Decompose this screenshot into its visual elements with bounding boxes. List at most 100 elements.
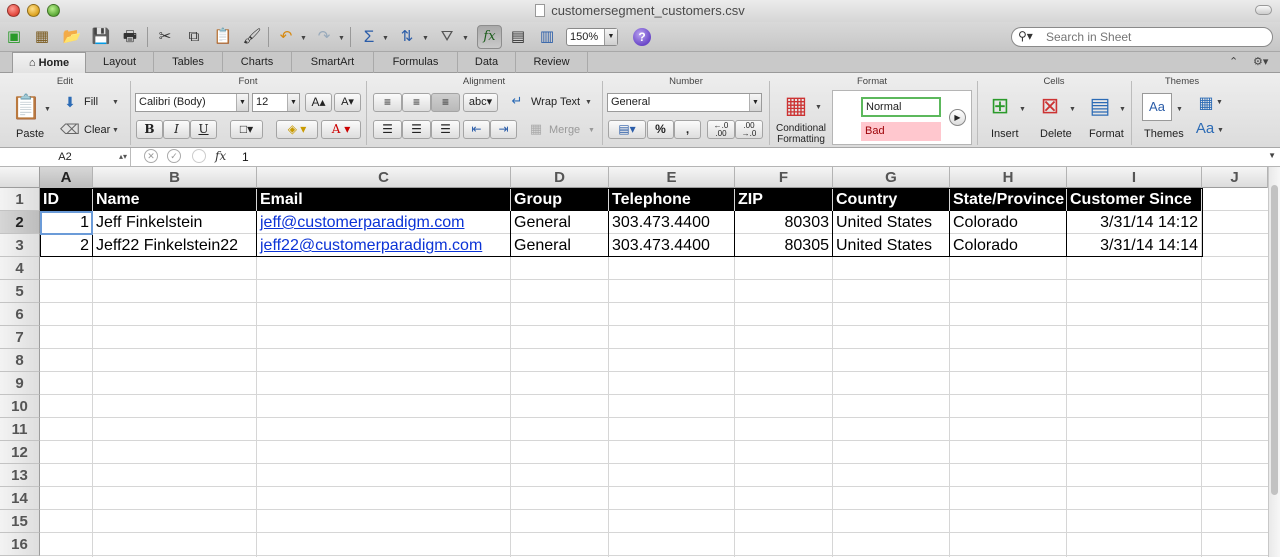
formula-input[interactable]: 1: [242, 150, 249, 164]
merge-dropdown-icon[interactable]: ▼: [588, 127, 595, 134]
insert-button[interactable]: Insert: [991, 128, 1019, 140]
confirm-entry-icon[interactable]: ✓: [167, 149, 181, 163]
align-center-button[interactable]: ☰: [402, 120, 431, 139]
theme-colors-dropdown-icon[interactable]: ▼: [1216, 99, 1223, 106]
style-normal[interactable]: Normal: [861, 97, 941, 117]
new-workbook-icon[interactable]: ▣: [3, 26, 25, 48]
tab-smartart[interactable]: SmartArt: [292, 52, 374, 73]
formula-info-icon[interactable]: [192, 149, 206, 163]
column-header-h[interactable]: H: [950, 167, 1067, 188]
undo-dropdown-icon[interactable]: ▼: [300, 35, 307, 42]
increase-decimal-button[interactable]: ←.0 .00: [707, 120, 735, 139]
format-painter-icon[interactable]: 🖌: [241, 26, 263, 48]
data-cell[interactable]: 3/31/14 14:14: [1067, 234, 1201, 257]
shrink-font-button[interactable]: A▾: [334, 93, 361, 112]
save-icon[interactable]: 💾: [90, 26, 112, 48]
clear-button[interactable]: Clear: [84, 124, 110, 136]
row-header-2[interactable]: 2: [0, 211, 40, 234]
row-header-10[interactable]: 10: [0, 395, 40, 418]
column-header-f[interactable]: F: [735, 167, 833, 188]
underline-button[interactable]: U: [190, 120, 217, 139]
conditional-formatting-icon[interactable]: ▦: [779, 91, 813, 121]
data-cell[interactable]: Jeff Finkelstein: [93, 211, 256, 234]
column-header-g[interactable]: G: [833, 167, 950, 188]
paste-clipboard-icon[interactable]: 📋: [11, 93, 41, 123]
row-header-12[interactable]: 12: [0, 441, 40, 464]
name-box[interactable]: A2 ▴▾: [0, 148, 131, 166]
fill-button[interactable]: Fill: [84, 96, 98, 108]
paste-icon[interactable]: 📋: [212, 26, 234, 48]
fill-dropdown-icon[interactable]: ▼: [112, 99, 119, 106]
clear-dropdown-icon[interactable]: ▼: [112, 127, 119, 134]
themes-dropdown-icon[interactable]: ▼: [1176, 106, 1183, 113]
column-header-a[interactable]: A: [40, 167, 93, 188]
search-icon[interactable]: ⚲▾: [1018, 29, 1033, 43]
filter-icon[interactable]: ⛛: [436, 26, 458, 48]
row-header-1[interactable]: 1: [0, 188, 40, 211]
header-cell[interactable]: Email: [257, 188, 510, 211]
data-cell[interactable]: General: [511, 211, 608, 234]
style-bad[interactable]: Bad: [861, 122, 941, 141]
header-cell[interactable]: Telephone: [609, 188, 734, 211]
row-header-6[interactable]: 6: [0, 303, 40, 326]
theme-fonts-button[interactable]: Aa: [1192, 120, 1218, 142]
number-format-select[interactable]: General ▼: [607, 93, 762, 112]
data-cell[interactable]: Colorado: [950, 234, 1066, 257]
undo-icon[interactable]: ↶: [275, 26, 297, 48]
row-header-3[interactable]: 3: [0, 234, 40, 257]
row-header-15[interactable]: 15: [0, 510, 40, 533]
vertical-scrollbar[interactable]: [1268, 167, 1280, 557]
data-cell[interactable]: General: [511, 234, 608, 257]
align-left-button[interactable]: ☰: [373, 120, 402, 139]
percent-button[interactable]: %: [647, 120, 674, 139]
tab-formulas[interactable]: Formulas: [374, 52, 458, 73]
copy-icon[interactable]: ⧉: [183, 26, 205, 48]
orientation-button[interactable]: abc▾: [463, 93, 498, 112]
align-bottom-button[interactable]: ≡: [431, 93, 460, 112]
themes-icon[interactable]: Aa: [1142, 93, 1172, 121]
delete-dropdown-icon[interactable]: ▼: [1069, 106, 1076, 113]
row-header-11[interactable]: 11: [0, 418, 40, 441]
paste-button[interactable]: Paste: [16, 128, 44, 140]
conditional-formatting-button[interactable]: Conditional Formatting: [771, 123, 831, 145]
row-header-4[interactable]: 4: [0, 257, 40, 280]
conditional-formatting-dropdown-icon[interactable]: ▼: [815, 104, 822, 111]
theme-fonts-dropdown-icon[interactable]: ▼: [1217, 127, 1224, 134]
align-top-button[interactable]: ≡: [373, 93, 402, 112]
data-cell[interactable]: 3/31/14 14:12: [1067, 211, 1201, 234]
data-cell[interactable]: 80305: [735, 234, 832, 257]
redo-dropdown-icon[interactable]: ▼: [338, 35, 345, 42]
data-cell[interactable]: 1: [40, 211, 92, 234]
paste-dropdown-icon[interactable]: ▼: [44, 106, 51, 113]
decrease-indent-button[interactable]: ⇤: [463, 120, 490, 139]
header-cell[interactable]: Name: [93, 188, 256, 211]
vertical-scroll-thumb[interactable]: [1271, 185, 1278, 495]
cancel-entry-icon[interactable]: ✕: [144, 149, 158, 163]
eraser-icon[interactable]: ⌫: [60, 121, 80, 139]
grow-font-button[interactable]: A▴: [305, 93, 332, 112]
data-cell[interactable]: Jeff22 Finkelstein22: [93, 234, 256, 257]
formula-bar-expand-icon[interactable]: ▼: [1268, 151, 1276, 160]
templates-icon[interactable]: ▦: [31, 26, 53, 48]
column-header-d[interactable]: D: [511, 167, 609, 188]
merge-button[interactable]: Merge: [549, 124, 580, 136]
header-cell[interactable]: State/Province: [950, 188, 1066, 211]
wrap-text-dropdown-icon[interactable]: ▼: [585, 99, 592, 106]
row-header-14[interactable]: 14: [0, 487, 40, 510]
tab-tables[interactable]: Tables: [154, 52, 223, 73]
toolbar-toggle-button[interactable]: [1255, 5, 1272, 15]
autosum-dropdown-icon[interactable]: ▼: [382, 35, 389, 42]
font-name-dropdown-icon[interactable]: ▼: [236, 94, 248, 111]
data-cell[interactable]: 80303: [735, 211, 832, 234]
column-header-j[interactable]: J: [1202, 167, 1268, 188]
insert-cells-icon[interactable]: ⊞: [985, 93, 1015, 123]
delete-button[interactable]: Delete: [1040, 128, 1072, 140]
header-cell[interactable]: Customer Since: [1067, 188, 1201, 211]
format-cells-button[interactable]: Format: [1089, 128, 1124, 140]
redo-icon[interactable]: ↷: [313, 26, 335, 48]
sort-icon[interactable]: ⇅: [396, 26, 418, 48]
open-folder-icon[interactable]: 📂: [61, 26, 83, 48]
data-cell[interactable]: 303.473.4400: [609, 211, 734, 234]
autosum-icon[interactable]: Σ: [358, 26, 380, 48]
header-cell[interactable]: ZIP: [735, 188, 832, 211]
